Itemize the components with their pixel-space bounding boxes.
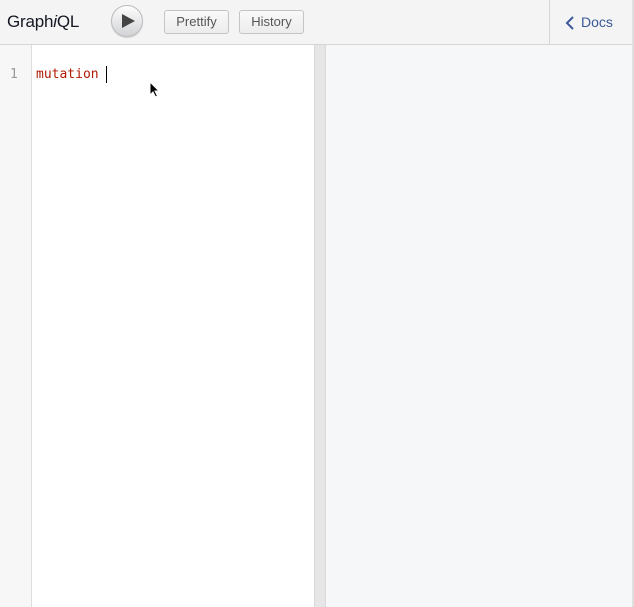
- docs-label: Docs: [581, 14, 613, 30]
- logo-text-prefix: Graph: [7, 12, 54, 31]
- docs-explorer-header: Docs: [549, 0, 634, 45]
- prettify-button[interactable]: Prettify: [164, 10, 229, 34]
- history-button[interactable]: History: [239, 10, 304, 34]
- query-editor[interactable]: 1 mutation: [0, 45, 314, 607]
- line-number: 1: [10, 67, 18, 82]
- text-cursor: [106, 66, 107, 83]
- chevron-left-icon: [565, 16, 574, 30]
- code-line-keyword: mutation: [36, 67, 99, 82]
- toolbar: GraphiQL Prettify History: [0, 0, 550, 45]
- mouse-pointer-icon: [149, 81, 161, 98]
- graphiql-app: GraphiQL Prettify History Docs 1 mutatio…: [0, 0, 634, 607]
- logo-text-suffix: QL: [56, 12, 80, 31]
- graphiql-logo: GraphiQL: [7, 12, 79, 32]
- line-number-gutter: 1: [0, 45, 32, 607]
- play-icon: [122, 14, 135, 28]
- editor-resize-handle[interactable]: [314, 45, 326, 607]
- result-pane: [326, 45, 632, 607]
- execute-query-button[interactable]: [111, 5, 143, 37]
